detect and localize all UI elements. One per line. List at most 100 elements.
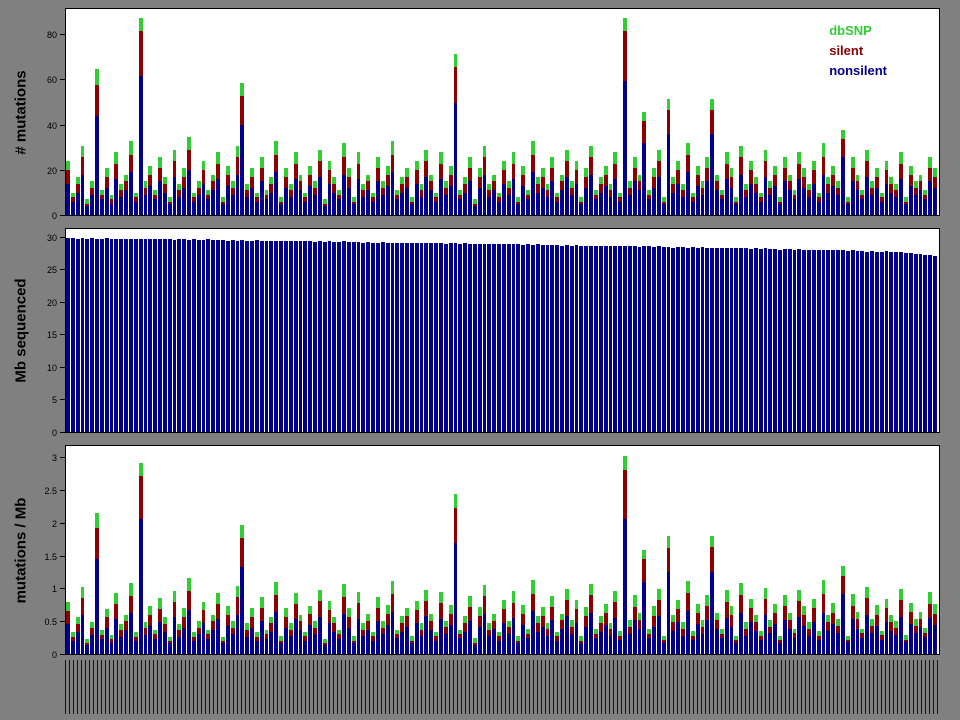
sample-bar (376, 446, 380, 654)
sample-bar (725, 446, 729, 654)
sample-bar (114, 9, 118, 215)
sample-bar (555, 9, 559, 215)
sample-bar (182, 229, 186, 432)
sample-bar (250, 229, 254, 432)
sample-bar (516, 229, 520, 432)
sample-bar (826, 229, 830, 432)
sample-bar (299, 9, 303, 215)
sample-bar (909, 229, 913, 432)
sample-bar (260, 229, 264, 432)
sample-bar (81, 229, 85, 432)
sample-bar (715, 446, 719, 654)
sample-bar (633, 446, 637, 654)
sample-bar (202, 9, 206, 215)
sample-bar (797, 9, 801, 215)
sample-bar (899, 229, 903, 432)
sample-bar (802, 446, 806, 654)
sample-bar (221, 9, 225, 215)
sample-bar (618, 229, 622, 432)
sample-bar (347, 229, 351, 432)
sample-bar (521, 9, 525, 215)
legend-item-dbsnp: dbSNP (829, 21, 887, 41)
sample-bar (497, 229, 501, 432)
sample-bar (715, 229, 719, 432)
sample-bar (76, 9, 80, 215)
sample-bar (686, 446, 690, 654)
sample-bar (187, 446, 191, 654)
sample-bar (294, 446, 298, 654)
sample-bar (773, 446, 777, 654)
sample-bar (860, 229, 864, 432)
sample-bar (197, 446, 201, 654)
sample-bar (865, 229, 869, 432)
sample-bar (933, 446, 937, 654)
sample-bar (66, 446, 70, 654)
sample-bar (173, 446, 177, 654)
sample-bar (546, 229, 550, 432)
sample-bar (429, 229, 433, 432)
sample-bar (851, 446, 855, 654)
sample-bar (395, 446, 399, 654)
sample-bar (686, 229, 690, 432)
sample-bar (701, 446, 705, 654)
sample-bar (909, 446, 913, 654)
legend-label-silent: silent (829, 43, 863, 58)
sample-bar (788, 446, 792, 654)
y-tick-label: 1 (52, 584, 57, 594)
sample-bar (705, 9, 709, 215)
sample-bar (681, 229, 685, 432)
y-tick-label: 0 (52, 211, 57, 221)
sample-bar (429, 446, 433, 654)
sample-bar (681, 446, 685, 654)
sample-bar (303, 9, 307, 215)
sample-bar (236, 9, 240, 215)
sample-bar (424, 229, 428, 432)
sample-bar (764, 9, 768, 215)
sample-bar (129, 446, 133, 654)
sample-bar (308, 229, 312, 432)
sample-bar (560, 9, 564, 215)
sample-bar (395, 9, 399, 215)
sample-bar (885, 229, 889, 432)
sample-bar (119, 446, 123, 654)
sample-bar (768, 229, 772, 432)
sample-bar (168, 229, 172, 432)
sample-bar (236, 446, 240, 654)
sample-bar (231, 9, 235, 215)
sample-bar (676, 446, 680, 654)
sample-bar (206, 9, 210, 215)
sample-bar (812, 9, 816, 215)
sample-bar (429, 9, 433, 215)
sample-bar (255, 229, 259, 432)
sample-bar (303, 229, 307, 432)
sample-bar (284, 446, 288, 654)
sample-bar (846, 229, 850, 432)
sample-bar (793, 229, 797, 432)
bars-rate (66, 446, 939, 654)
sample-bar (880, 229, 884, 432)
sample-bar (933, 229, 937, 432)
sample-bar (734, 229, 738, 432)
sample-bar (148, 446, 152, 654)
sample-bar (516, 9, 520, 215)
sample-bar (754, 229, 758, 432)
sample-bar (788, 229, 792, 432)
bars-mb (66, 229, 939, 432)
sample-bar (420, 446, 424, 654)
sample-bar (502, 446, 506, 654)
sample-bar (647, 446, 651, 654)
sample-bar (386, 9, 390, 215)
panel-mutations-per-mb: mutations / Mb 00.511.522.53 (0, 445, 960, 655)
sample-bar (294, 9, 298, 215)
sample-bar (710, 446, 714, 654)
sample-bar (158, 229, 162, 432)
sample-bar (889, 446, 893, 654)
sample-bar (415, 9, 419, 215)
plot-area-mutations: dbSNP silent nonsilent (65, 8, 940, 216)
sample-bar (313, 9, 317, 215)
sample-bar (778, 229, 782, 432)
sample-bar (158, 9, 162, 215)
sample-bar (197, 229, 201, 432)
sample-bar (492, 9, 496, 215)
sample-bar (575, 9, 579, 215)
